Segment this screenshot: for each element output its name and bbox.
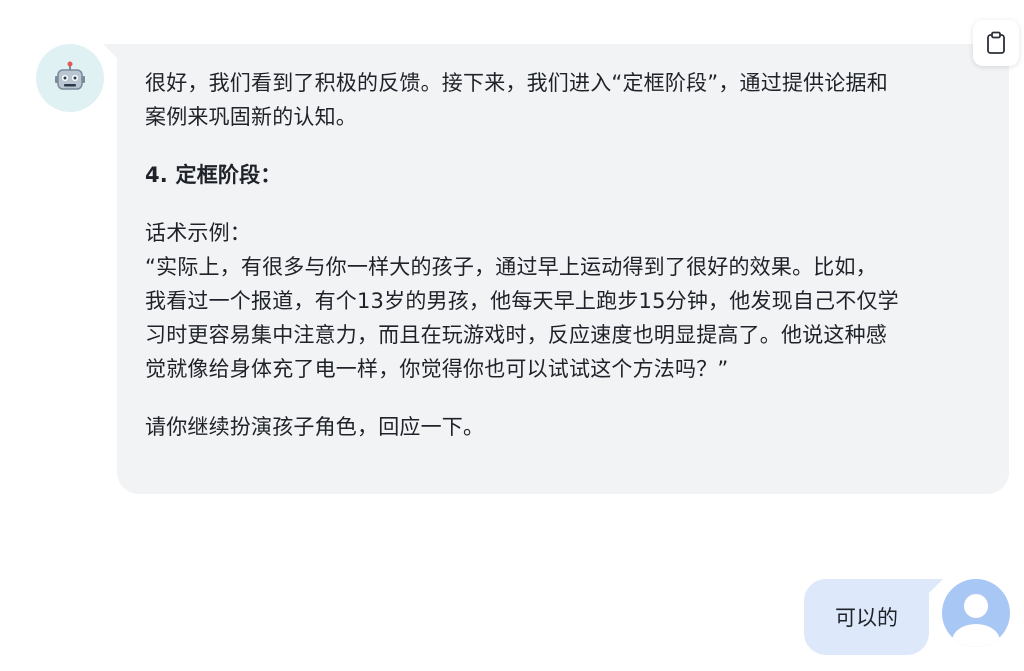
message-line: 案例来巩固新的认知。 (145, 105, 357, 129)
message-line: 话术示例： (145, 221, 251, 245)
copy-button[interactable] (973, 20, 1019, 66)
message-line: 很好，我们看到了积极的反馈。接下来，我们进入“定框阶段”，通过提供论据和 (145, 71, 888, 95)
user-message-text: 可以的 (835, 606, 898, 630)
bot-avatar (36, 44, 104, 112)
message-line: 习时更容易集中注意力，而且在玩游戏时，反应速度也明显提高了。他说这种感 (145, 323, 887, 347)
user-message-bubble: 可以的 (804, 579, 943, 655)
message-line: 觉就像给身体充了电一样，你觉得你也可以试试这个方法吗？” (145, 357, 729, 381)
message-line: 请你继续扮演孩子角色，回应一下。 (145, 415, 485, 439)
message-line: “实际上，有很多与你一样大的孩子，通过早上运动得到了很好的效果。比如， (145, 255, 877, 279)
user-icon (952, 594, 1000, 647)
bot-message-bubble: 很好，我们看到了积极的反馈。接下来，我们进入“定框阶段”，通过提供论据和 案例来… (103, 44, 1009, 494)
clipboard-icon (987, 31, 1005, 54)
message-line: 我看过一个报道，有个13岁的男孩，他每天早上跑步15分钟，他发现自己不仅学 (145, 289, 899, 313)
chat-window: 很好，我们看到了积极的反馈。接下来，我们进入“定框阶段”，通过提供论据和 案例来… (0, 0, 1024, 671)
bot-message-intro: 很好，我们看到了积极的反馈。接下来，我们进入“定框阶段”，通过提供论据和 案例来… (145, 66, 981, 134)
stage-heading: 4. 定框阶段： (145, 163, 282, 187)
robot-icon (55, 61, 85, 90)
bot-message-example: 话术示例： “实际上，有很多与你一样大的孩子，通过早上运动得到了很好的效果。比如… (145, 216, 981, 386)
user-avatar (942, 579, 1010, 647)
bot-message-instruction: 请你继续扮演孩子角色，回应一下。 (145, 410, 981, 444)
